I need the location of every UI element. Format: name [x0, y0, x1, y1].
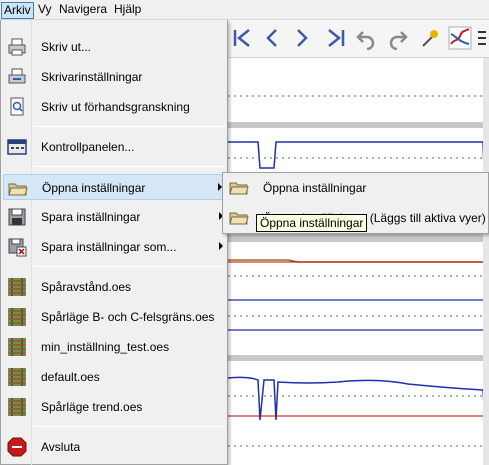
next-icon[interactable]: [290, 26, 314, 50]
menu-vy[interactable]: Vy: [36, 2, 54, 19]
menu-item-label: Öppna inställningar: [42, 181, 146, 195]
track-file-icon: [8, 368, 26, 386]
file-menu: Skriv ut... Skrivarinställningar Skriv u…: [0, 20, 228, 465]
map-icon[interactable]: [448, 26, 472, 50]
first-icon[interactable]: [230, 26, 254, 50]
menu-item-open-settings[interactable]: Öppna inställningar: [3, 174, 227, 200]
open-folder-icon: [229, 212, 249, 225]
menu-item-label: Avsluta: [41, 440, 81, 454]
menu-arkiv[interactable]: Arkiv: [1, 2, 34, 19]
toolbar: [228, 20, 489, 58]
plot-traces: [227, 95, 489, 447]
save-disk-icon: [8, 208, 26, 226]
redo-icon[interactable]: [386, 26, 410, 50]
pick-icon[interactable]: [418, 26, 442, 50]
menubar: Arkiv Vy Navigera Hjälp: [0, 0, 489, 20]
menu-item-label: Kontrollpanelen...: [41, 140, 135, 154]
open-folder-icon: [8, 183, 28, 196]
print-preview-icon: [10, 97, 24, 116]
menu-hjalp[interactable]: Hjälp: [112, 2, 143, 19]
menu-separator: [33, 126, 225, 127]
menu-item-label: Spara inställningar: [41, 210, 141, 224]
menu-item-control-panel[interactable]: Kontrollpanelen...: [3, 134, 227, 160]
menu-item-label: Skrivarinställningar: [41, 70, 143, 84]
open-folder-icon: [229, 182, 249, 195]
recent-file-item[interactable]: default.oes: [3, 364, 227, 390]
plot-area: [227, 58, 489, 465]
menu-item-print-preview[interactable]: Skriv ut förhandsgranskning: [3, 94, 227, 120]
menu-item-save-settings[interactable]: Spara inställningar: [3, 204, 227, 230]
menu-item-print[interactable]: Skriv ut...: [3, 34, 227, 60]
control-panel-icon: [7, 139, 27, 155]
extra-icon[interactable]: [476, 26, 489, 50]
printer-icon: [8, 38, 26, 56]
undo-icon[interactable]: [354, 26, 378, 50]
menu-item-printer-settings[interactable]: Skrivarinställningar: [3, 64, 227, 90]
menu-item-label: Skriv ut förhandsgranskning: [41, 100, 190, 114]
recent-file-item[interactable]: Spårläge trend.oes: [3, 394, 227, 420]
previous-icon[interactable]: [260, 26, 284, 50]
last-icon[interactable]: [324, 26, 348, 50]
menu-item-label: Spårläge trend.oes: [41, 400, 143, 414]
menu-item-label: Spåravstånd.oes: [41, 280, 132, 294]
menu-navigera[interactable]: Navigera: [57, 2, 109, 19]
save-as-icon: [8, 238, 27, 257]
menu-item-label: min_inställning_test.oes: [41, 340, 170, 354]
menu-item-label: Spårläge B- och C-felsgräns.oes: [41, 310, 215, 324]
recent-file-item[interactable]: Spåravstånd.oes: [3, 274, 227, 300]
menu-separator: [33, 426, 225, 427]
menu-item-exit[interactable]: Avsluta: [3, 434, 227, 460]
track-file-icon: [8, 338, 26, 356]
submenu-item-open-settings[interactable]: Öppna inställningar: [225, 175, 487, 201]
recent-file-item[interactable]: Spårläge B- och C-felsgräns.oes: [3, 304, 227, 330]
tooltip: Öppna inställningar: [256, 214, 368, 232]
stop-icon: [7, 437, 27, 457]
menu-item-save-settings-as[interactable]: Spara inställningar som...: [3, 234, 227, 260]
menu-item-label: Spara inställningar som...: [41, 240, 177, 254]
submenu-item-label: Öppna inställningar: [263, 181, 367, 195]
printer-settings-icon: [8, 68, 26, 84]
menu-separator: [33, 266, 225, 267]
menu-item-label: Skriv ut...: [41, 40, 92, 54]
submenu-arrow-icon: [219, 242, 223, 250]
menu-item-label: default.oes: [41, 370, 100, 384]
recent-file-item[interactable]: min_inställning_test.oes: [3, 334, 227, 360]
track-file-icon: [8, 308, 26, 326]
scrollbar[interactable]: [483, 58, 489, 465]
track-file-icon: [8, 398, 26, 416]
track-file-icon: [8, 278, 26, 296]
menu-separator: [33, 166, 225, 167]
